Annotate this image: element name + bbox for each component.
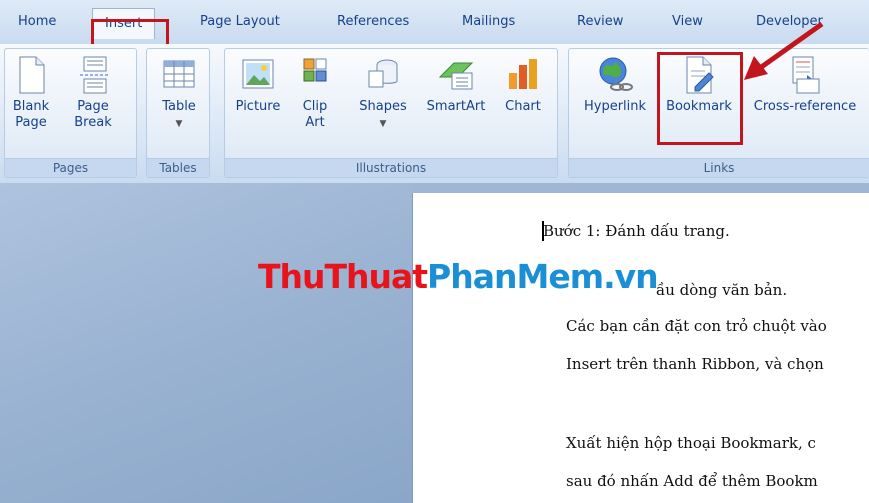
clip-art-icon (303, 58, 327, 82)
chart-button[interactable]: Chart (497, 55, 549, 115)
doc-line-6: sau đó nhấn Add để thêm Bookm (566, 472, 818, 490)
tab-mailings[interactable]: Mailings (462, 14, 515, 29)
smartart-icon (438, 62, 474, 90)
doc-line-5: Xuất hiện hộp thoại Bookmark, c (566, 434, 816, 452)
watermark-logo: ThuThuatPhanMem.vn (258, 257, 659, 296)
chart-icon (509, 59, 537, 89)
tables-group-label: Tables (147, 158, 209, 177)
tab-page-layout[interactable]: Page Layout (200, 14, 280, 29)
tab-view[interactable]: View (672, 14, 703, 29)
chart-label: Chart (505, 99, 541, 114)
table-button[interactable]: Table ▼ (151, 55, 207, 132)
shapes-dropdown-caret: ▼ (379, 119, 387, 129)
shapes-icon (368, 59, 398, 88)
cross-reference-label: Cross-reference (753, 99, 857, 114)
hyperlink-button[interactable]: Hyperlink (575, 55, 655, 115)
watermark-part-2: PhanMem.vn (427, 257, 659, 296)
annotation-arrow-icon (744, 21, 824, 80)
group-illustrations: Picture Clip Art Shapes ▼ SmartArt Chart… (224, 48, 558, 178)
links-group-label: Links (569, 158, 869, 177)
picture-icon (242, 59, 274, 89)
hyperlink-icon (599, 57, 633, 91)
picture-button[interactable]: Picture (229, 55, 287, 115)
tab-review[interactable]: Review (577, 14, 623, 29)
clip-art-button[interactable]: Clip Art (295, 55, 335, 131)
tab-references[interactable]: References (337, 14, 409, 29)
page-break-button[interactable]: Page Break (69, 55, 117, 131)
doc-line-4: Insert trên thanh Ribbon, và chọn (566, 355, 824, 373)
table-dropdown-caret: ▼ (175, 119, 183, 129)
page-break-label: Page Break (74, 99, 112, 130)
group-tables: Table ▼ Tables (146, 48, 210, 178)
doc-line-3: Các bạn cần đặt con trỏ chuột vào (566, 317, 827, 335)
document-background (0, 183, 412, 503)
pages-group-label: Pages (5, 158, 136, 177)
table-label: Table (162, 99, 196, 114)
blank-page-button[interactable]: Blank Page (7, 55, 55, 131)
group-pages: Blank Page Page Break Pages (4, 48, 137, 178)
shapes-label: Shapes (359, 99, 407, 114)
picture-label: Picture (235, 99, 281, 114)
blank-page-icon (19, 56, 45, 94)
page-break-icon (80, 56, 108, 94)
smartart-button[interactable]: SmartArt (421, 55, 491, 115)
smartart-label: SmartArt (426, 99, 486, 114)
clip-art-label: Clip Art (302, 99, 328, 130)
illustrations-group-label: Illustrations (225, 158, 557, 177)
blank-page-label: Blank Page (12, 99, 50, 130)
shapes-button[interactable]: Shapes ▼ (351, 55, 415, 132)
doc-line-2: ầu dòng văn bản. (656, 281, 788, 299)
table-icon (163, 60, 195, 88)
watermark-part-1: ThuThuat (258, 257, 428, 296)
doc-line-1: Bước 1: Đánh dấu trang. (543, 222, 730, 240)
tab-home[interactable]: Home (18, 14, 56, 29)
hyperlink-label: Hyperlink (583, 99, 647, 114)
